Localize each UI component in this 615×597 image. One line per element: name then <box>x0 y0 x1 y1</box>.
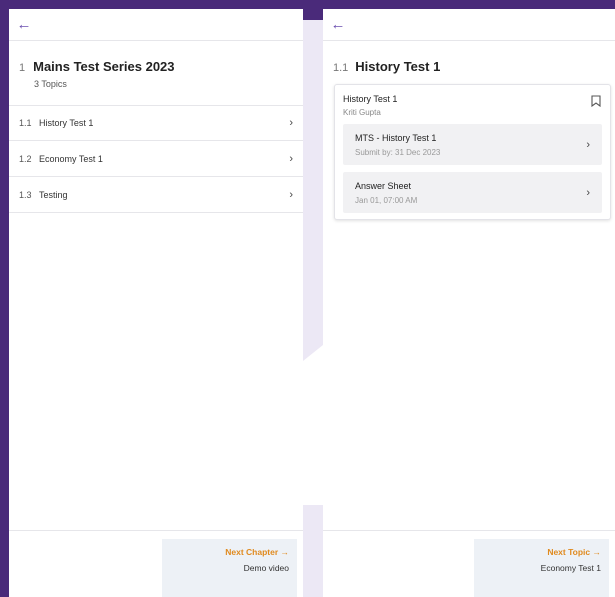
next-chapter-name: Demo video <box>243 563 289 573</box>
next-chapter-link: Next Chapter → <box>225 547 289 557</box>
test-item[interactable]: MTS - History Test 1 Submit by: 31 Dec 2… <box>343 124 602 165</box>
top-bar: ← <box>323 9 615 41</box>
topic-label: Economy Test 1 <box>39 153 103 164</box>
chevron-right-icon: › <box>289 152 293 165</box>
topic-item-testing[interactable]: 1.3 Testing › <box>9 177 303 213</box>
chevron-right-icon: › <box>289 117 293 129</box>
next-topic-name: Economy Test 1 <box>540 563 601 573</box>
topic-title: History Test 1 <box>355 59 441 74</box>
topic-label: History Test 1 <box>39 118 94 128</box>
topic-panel: ← 1.1 History Test 1 History Test 1 Krit… <box>323 9 615 597</box>
answer-sheet-item[interactable]: Answer Sheet Jan 01, 07:00 AM › <box>343 172 602 213</box>
chapter-title: Mains Test Series 2023 <box>33 59 175 74</box>
app-frame: ← 1 Mains Test Series 2023 3 Topics 1.1 … <box>0 0 615 597</box>
item-subtitle: Submit by: 31 Dec 2023 <box>355 147 441 157</box>
panel-divider-cut <box>303 345 323 505</box>
topic-label: Testing <box>39 189 68 200</box>
chapter-number: 1 <box>19 62 26 74</box>
topic-number: 1.3 <box>19 189 32 200</box>
chapter-header: 1 Mains Test Series 2023 3 Topics <box>9 41 303 89</box>
back-arrow-icon[interactable]: ← <box>327 14 349 36</box>
chevron-right-icon: › <box>586 138 590 151</box>
bottom-divider <box>9 530 303 531</box>
topic-number: 1.2 <box>19 153 32 164</box>
next-chapter-button[interactable]: Next Chapter → Demo video <box>162 539 297 597</box>
topic-count: 3 Topics <box>34 79 67 89</box>
back-arrow-icon[interactable]: ← <box>13 14 35 36</box>
topic-number: 1.1 <box>333 62 349 74</box>
bookmark-icon[interactable] <box>590 94 602 108</box>
chevron-right-icon: › <box>289 188 293 201</box>
next-topic-button[interactable]: Next Topic → Economy Test 1 <box>474 539 609 597</box>
card-author: Kriti Gupta <box>343 108 381 117</box>
topic-header: 1.1 History Test 1 <box>323 41 615 74</box>
card-title: History Test 1 <box>343 94 398 104</box>
item-subtitle: Jan 01, 07:00 AM <box>355 195 418 205</box>
topic-list: 1.1 History Test 1 › 1.2 Economy Test 1 … <box>9 105 303 213</box>
chevron-right-icon: › <box>586 186 590 199</box>
topic-number: 1.1 <box>19 118 32 128</box>
top-bar: ← <box>9 9 303 41</box>
item-title: MTS - History Test 1 <box>355 132 437 143</box>
topic-item-economy-test-1[interactable]: 1.2 Economy Test 1 › <box>9 141 303 177</box>
topic-item-history-test-1[interactable]: 1.1 History Test 1 › <box>9 105 303 141</box>
chapter-panel: ← 1 Mains Test Series 2023 3 Topics 1.1 … <box>9 9 303 597</box>
item-title: Answer Sheet <box>355 180 412 191</box>
test-card: History Test 1 Kriti Gupta MTS - History… <box>334 84 611 220</box>
next-topic-link: Next Topic → <box>547 547 601 557</box>
bottom-divider <box>323 530 615 531</box>
panel-divider <box>303 20 323 597</box>
